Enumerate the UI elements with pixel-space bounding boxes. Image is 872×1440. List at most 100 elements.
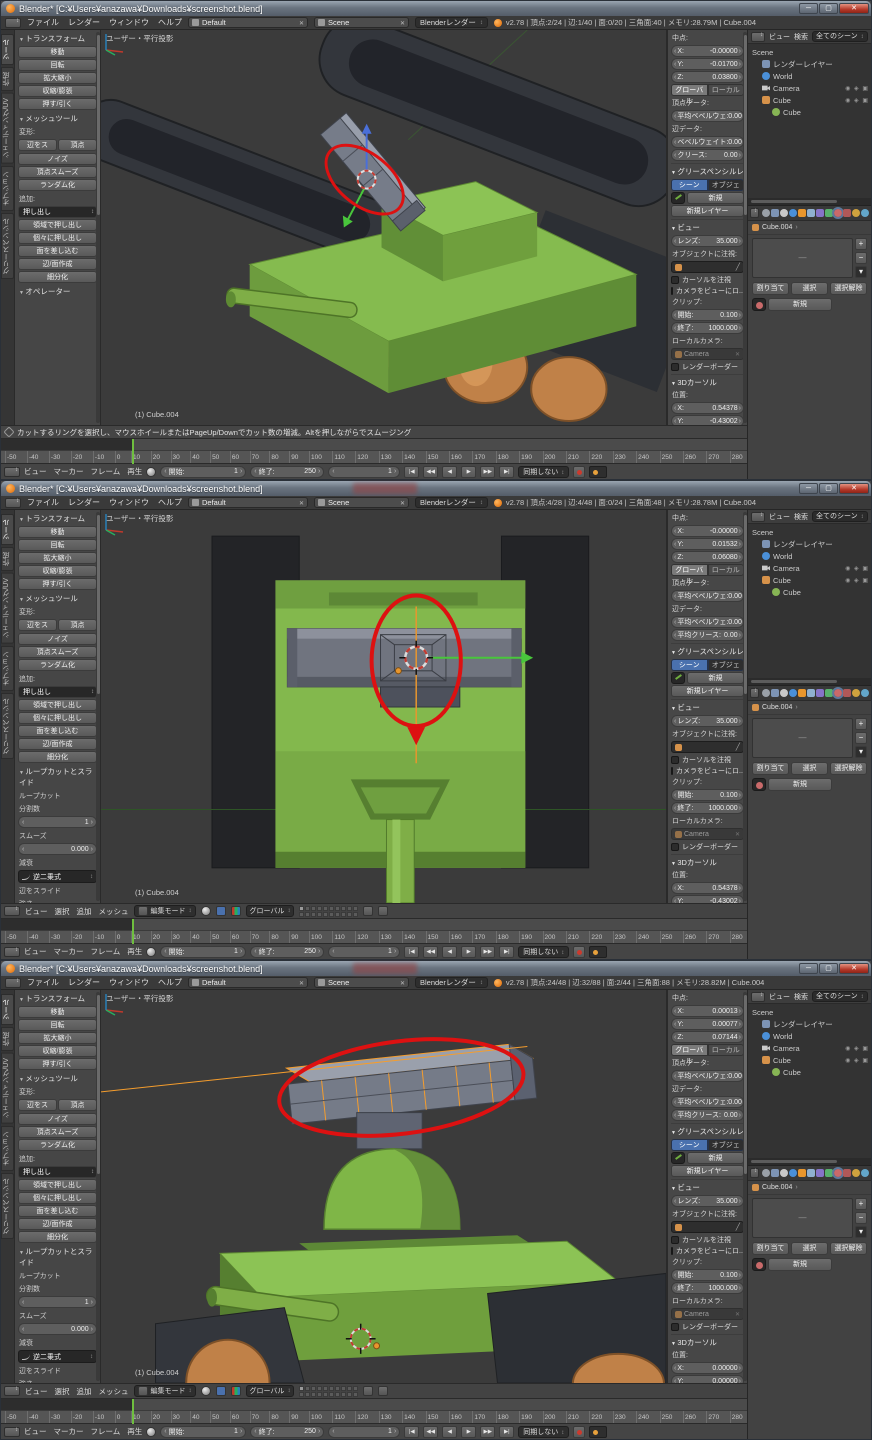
add-slot-button[interactable]: + bbox=[855, 1198, 867, 1210]
clip-start-field[interactable]: 開始:0.100 bbox=[671, 789, 744, 801]
median-x-field[interactable]: X:-0.00000 bbox=[671, 525, 744, 537]
constraints-tab-icon[interactable] bbox=[807, 1169, 815, 1177]
timeline-canvas[interactable] bbox=[1, 1398, 747, 1410]
manipulator-axes-icon[interactable] bbox=[231, 1386, 241, 1396]
shelf-button[interactable]: ランダム化 bbox=[18, 179, 97, 191]
frame-start-field[interactable]: 開始:1 bbox=[160, 1426, 246, 1438]
outliner-item[interactable]: Cube bbox=[748, 106, 871, 118]
material-slot-list[interactable] bbox=[752, 718, 853, 758]
cursor-x-field[interactable]: X:0.00000 bbox=[671, 1362, 744, 1374]
play-reverse-button[interactable]: ◀ bbox=[442, 466, 457, 478]
timeline-ruler[interactable]: -50-40-30-20-100102030405060708090100110… bbox=[1, 450, 747, 463]
close-button[interactable]: ✕ bbox=[839, 3, 869, 14]
panel-header-meshtools[interactable]: メッシュツール bbox=[18, 1071, 97, 1085]
shelf-button[interactable]: 辺をス bbox=[18, 139, 57, 151]
edge-crease-field[interactable]: 平均クリース:0.00 bbox=[671, 629, 744, 641]
median-x-field[interactable]: X:0.00013 bbox=[671, 1005, 744, 1017]
outliner-item[interactable]: レンダーレイヤー bbox=[748, 538, 871, 550]
object-tab-icon[interactable] bbox=[798, 209, 806, 217]
clip-end-field[interactable]: 終了:1000.000 bbox=[671, 802, 744, 814]
editor-type-icon[interactable] bbox=[751, 32, 765, 42]
keying-set-icon[interactable] bbox=[589, 466, 607, 478]
world-tab-icon[interactable] bbox=[789, 209, 797, 217]
shelf-button[interactable]: 辺をス bbox=[18, 1099, 57, 1111]
timeline-playhead[interactable] bbox=[132, 919, 134, 944]
shelf-button[interactable]: 面を差し込む bbox=[18, 725, 97, 737]
object-tab-icon[interactable] bbox=[798, 1169, 806, 1177]
outliner-item[interactable]: レンダーレイヤー bbox=[748, 1018, 871, 1030]
toolshelf-tab[interactable]: オプション bbox=[1, 646, 14, 691]
outliner-search-menu[interactable]: 検索 bbox=[794, 32, 808, 42]
remove-slot-button[interactable]: − bbox=[855, 1212, 867, 1224]
outliner-item[interactable]: Scene bbox=[748, 46, 871, 58]
deselect-button[interactable]: 選択解除 bbox=[830, 1242, 867, 1255]
breadcrumb-object[interactable]: Cube.004 bbox=[762, 704, 792, 711]
clip-start-field[interactable]: 開始:0.100 bbox=[671, 309, 744, 321]
cursor-x-field[interactable]: X:0.54378 bbox=[671, 402, 744, 414]
editor-type-icon[interactable] bbox=[750, 1168, 759, 1178]
deselect-button[interactable]: 選択解除 bbox=[830, 282, 867, 295]
outliner-scrollbar[interactable] bbox=[748, 1158, 871, 1165]
shelf-button[interactable]: 個々に押し出し bbox=[18, 1192, 97, 1204]
panel-header-view[interactable]: ビュー bbox=[671, 1179, 744, 1194]
eyedropper-icon[interactable] bbox=[736, 743, 740, 751]
material-browse-icon[interactable] bbox=[752, 778, 766, 791]
world-tab-icon[interactable] bbox=[789, 1169, 797, 1177]
menu-item[interactable]: メッシュ bbox=[99, 1386, 129, 1397]
layer-grid[interactable] bbox=[299, 906, 358, 917]
panel-header-meshtools[interactable]: メッシュツール bbox=[18, 591, 97, 605]
panel-header-transform[interactable]: トランスフォーム bbox=[18, 991, 97, 1005]
sync-dropdown[interactable]: 同期しない bbox=[518, 1426, 569, 1438]
shelf-button[interactable]: 拡大縮小 bbox=[18, 72, 97, 84]
material-tab-icon[interactable] bbox=[834, 689, 842, 697]
menu-item[interactable]: 再生 bbox=[127, 1426, 142, 1437]
current-frame-field[interactable]: 1 bbox=[328, 1426, 400, 1438]
menu-item[interactable]: ビュー bbox=[25, 906, 48, 917]
material-tab-icon[interactable] bbox=[834, 209, 842, 217]
frame-start-field[interactable]: 開始:1 bbox=[160, 946, 246, 958]
new-material-button[interactable]: 新規 bbox=[768, 298, 832, 311]
npanel-scrollbar[interactable] bbox=[743, 512, 747, 901]
select-button[interactable]: 選択 bbox=[791, 1242, 828, 1255]
editor-type-icon[interactable] bbox=[751, 512, 765, 522]
prev-keyframe-button[interactable]: ◀◀ bbox=[423, 466, 438, 478]
maximize-button[interactable]: ▢ bbox=[819, 483, 838, 494]
manipulator-axes-icon[interactable] bbox=[231, 906, 241, 916]
outliner-view-menu[interactable]: ビュー bbox=[769, 992, 790, 1002]
extrude-dropdown[interactable]: 押し出し bbox=[18, 686, 97, 698]
minimize-button[interactable]: ─ bbox=[799, 3, 818, 14]
menu-item[interactable]: マーカー bbox=[54, 466, 84, 477]
material-slot-list[interactable] bbox=[752, 1198, 853, 1238]
frame-end-field[interactable]: 終了:250 bbox=[250, 1426, 324, 1438]
lock-cursor-checkbox[interactable] bbox=[671, 756, 679, 764]
lens-field[interactable]: レンズ:35.000 bbox=[671, 715, 744, 727]
cursor-y-field[interactable]: Y:0.00000 bbox=[671, 1375, 744, 1383]
cuts-field[interactable]: 1 bbox=[18, 1296, 97, 1308]
editor-type-icon[interactable] bbox=[4, 1386, 20, 1396]
edge-bevel-field[interactable]: ベベルウェイト:0.00 bbox=[671, 136, 744, 148]
viewport-shading-icon[interactable] bbox=[201, 906, 211, 916]
particles-tab-icon[interactable] bbox=[852, 209, 860, 217]
shelf-button[interactable]: 収縮/膨張 bbox=[18, 1045, 97, 1057]
falloff-dropdown[interactable]: 逆二乗式 bbox=[18, 1350, 97, 1363]
close-button[interactable]: ✕ bbox=[839, 963, 869, 974]
editor-type-icon[interactable] bbox=[5, 18, 21, 28]
toolshelf-scrollbar[interactable] bbox=[96, 32, 100, 423]
manipulator-translate-icon[interactable] bbox=[216, 906, 226, 916]
gp-scene-tab[interactable]: シーン bbox=[671, 179, 708, 191]
breadcrumb-object[interactable]: Cube.004 bbox=[762, 1184, 792, 1191]
median-y-field[interactable]: Y:0.01532 bbox=[671, 538, 744, 550]
gp-new-layer-button[interactable]: 新規レイヤー bbox=[671, 1165, 744, 1177]
vertex-bevel-field[interactable]: 平均ベベルウェ:0.00 bbox=[671, 590, 744, 602]
outliner-scrollbar[interactable] bbox=[748, 198, 871, 205]
snap-magnet-icon[interactable] bbox=[363, 906, 373, 916]
manipulator-translate-icon[interactable] bbox=[216, 1386, 226, 1396]
viewport-3d[interactable]: ユーザー・平行投影 bbox=[101, 990, 667, 1383]
scene-tab-icon[interactable] bbox=[780, 209, 788, 217]
new-material-button[interactable]: 新規 bbox=[768, 778, 832, 791]
lock-camera-checkbox[interactable] bbox=[671, 767, 673, 775]
editor-type-icon[interactable] bbox=[4, 906, 20, 916]
material-slot-list[interactable] bbox=[752, 238, 853, 278]
shelf-button[interactable]: 収縮/膨張 bbox=[18, 85, 97, 97]
menu-item[interactable]: フレーム bbox=[91, 1426, 121, 1437]
